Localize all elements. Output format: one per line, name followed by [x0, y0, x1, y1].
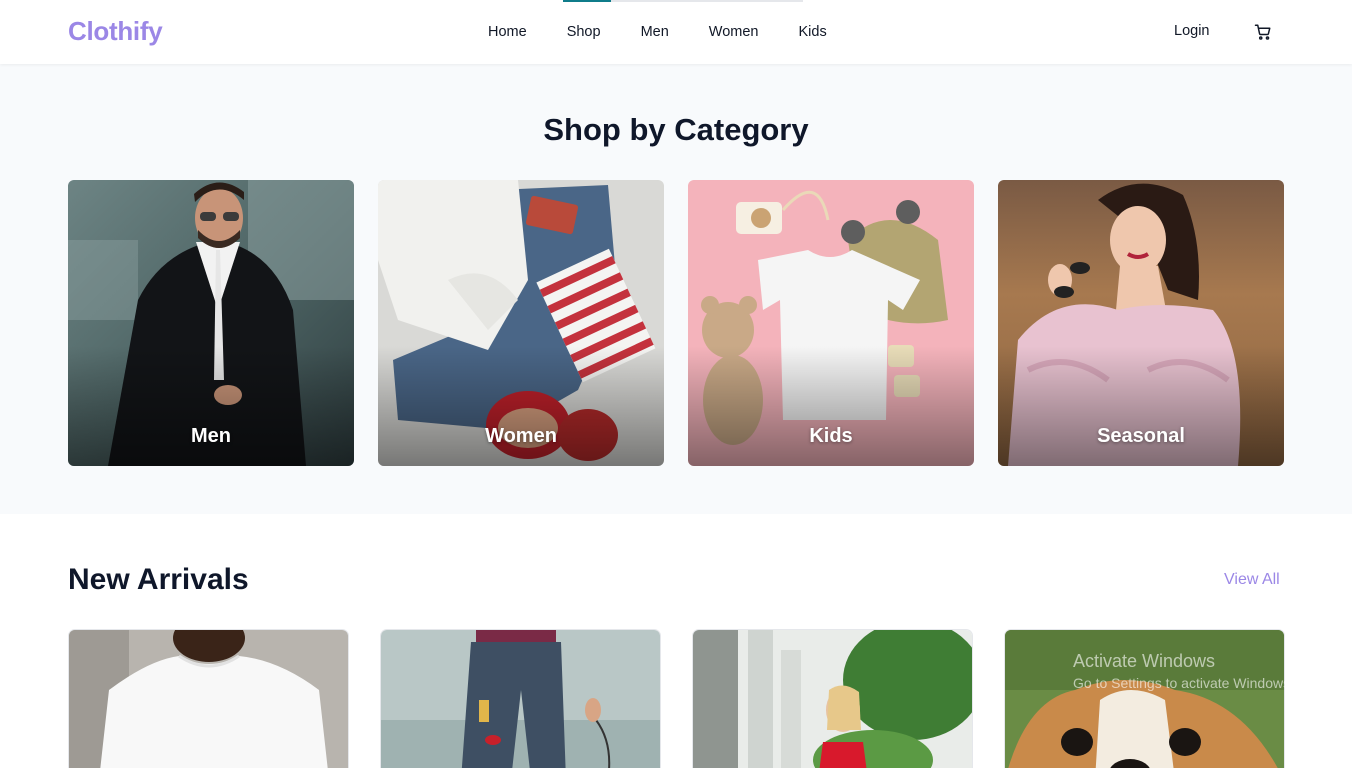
nav-home[interactable]: Home [468, 0, 547, 64]
card-gradient-overlay [998, 346, 1284, 466]
main-nav: Home Shop Men Women Kids [468, 0, 847, 64]
card-gradient-overlay [378, 346, 664, 466]
product-image-white-tee [69, 630, 348, 768]
login-link[interactable]: Login [1174, 23, 1209, 39]
card-gradient-overlay [68, 346, 354, 466]
category-label-kids: Kids [809, 425, 853, 447]
nav-women[interactable]: Women [689, 0, 779, 64]
card-gradient-overlay [688, 346, 974, 466]
product-card[interactable] [693, 630, 972, 768]
cart-icon[interactable] [1254, 23, 1272, 41]
category-label-seasonal: Seasonal [1097, 425, 1185, 447]
category-card-seasonal[interactable]: Seasonal [998, 180, 1284, 466]
brand-logo[interactable]: Clothify [68, 16, 163, 47]
category-section: Shop by Category Men Women Kids Seasonal [0, 64, 1352, 514]
category-heading: Shop by Category [543, 112, 809, 147]
product-image-puppy [1005, 630, 1284, 768]
view-all-link[interactable]: View All [1224, 571, 1280, 589]
category-card-kids[interactable]: Kids [688, 180, 974, 466]
category-label-men: Men [191, 425, 231, 447]
nav-kids[interactable]: Kids [778, 0, 846, 64]
nav-men[interactable]: Men [621, 0, 689, 64]
category-card-women[interactable]: Women [378, 180, 664, 466]
category-card-men[interactable]: Men [68, 180, 354, 466]
product-card[interactable] [1005, 630, 1284, 768]
product-card[interactable] [69, 630, 348, 768]
category-label-women: Women [485, 425, 557, 447]
new-arrivals-heading: New Arrivals [68, 563, 249, 596]
product-image-patched-jeans [381, 630, 660, 768]
nav-shop[interactable]: Shop [547, 0, 621, 64]
product-card[interactable] [381, 630, 660, 768]
product-image-summer-dress [693, 630, 972, 768]
site-header: Clothify Home Shop Men Women Kids Login [0, 0, 1352, 64]
